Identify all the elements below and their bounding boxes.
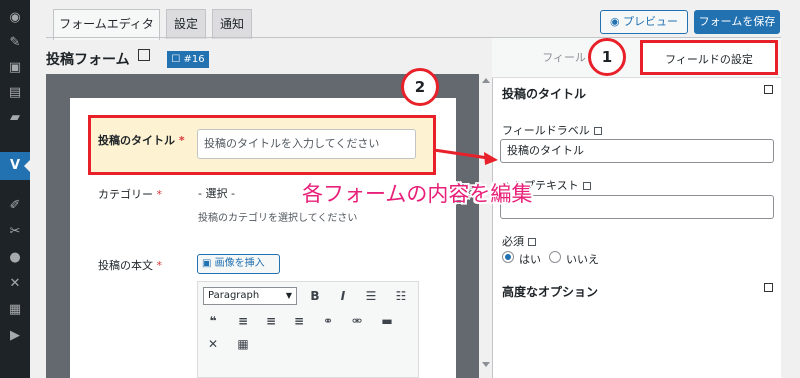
plugins-icon[interactable]: ✂ [7, 224, 23, 240]
unlink-icon[interactable]: ⚮ [347, 312, 367, 330]
media-icon[interactable]: ▣ [7, 60, 23, 76]
align-right-icon[interactable]: ≡ [289, 312, 309, 330]
help-icon[interactable] [593, 127, 602, 135]
section-title: 投稿のタイトル [502, 87, 587, 101]
tab-label: 通知 [219, 17, 244, 31]
category-label-text: カテゴリー [98, 188, 153, 201]
format-select[interactable]: Paragraph ▼ [203, 287, 297, 305]
save-label: フォームを保存 [698, 15, 776, 28]
required-mark: * [156, 188, 163, 201]
italic-icon[interactable]: I [333, 287, 353, 305]
toolbar-toggle-icon[interactable]: ▦ [233, 335, 253, 353]
required-label-text: 必須 [502, 235, 524, 248]
fullscreen-icon[interactable]: ✕ [203, 335, 223, 353]
required-mark: * [156, 259, 163, 272]
tab-label: 設定 [173, 17, 198, 31]
tab-label: フォームエディタ [59, 17, 154, 31]
required-label: 必須 [502, 233, 536, 249]
panel-scrollbar[interactable] [781, 38, 800, 378]
advanced-toggle-icon[interactable] [764, 283, 773, 292]
insert-image-button[interactable]: ▣ 画像を挿入 [197, 254, 280, 274]
bullet-list-icon[interactable]: ☰ [361, 287, 381, 305]
required-yes-label: はい [519, 253, 541, 266]
users-icon[interactable]: ● [7, 250, 23, 266]
body-field-label: 投稿の本文 * [98, 257, 162, 273]
section-toggle-icon[interactable] [764, 85, 773, 94]
insert-image-label: 画像を挿入 [214, 258, 265, 269]
required-no-radio[interactable] [549, 251, 561, 263]
admin-sidebar: ◉ ✎ ▣ ▤ ▰ V ✐ ✂ ● ✕ ▦ ▶ [0, 0, 30, 378]
tab-notifications[interactable]: 通知 [212, 9, 252, 39]
required-yes-radio[interactable] [502, 251, 514, 263]
help-icon[interactable] [528, 238, 536, 246]
field-label-input[interactable]: 投稿のタイトル [500, 139, 774, 163]
chevron-down-icon: ▼ [285, 291, 292, 300]
highlight-frame [88, 115, 436, 175]
scroll-up-icon[interactable] [482, 78, 490, 83]
read-more-icon[interactable]: ▬ [377, 312, 397, 330]
tools-icon[interactable]: ✕ [7, 276, 23, 292]
edit-title-icon[interactable] [138, 49, 150, 61]
form-title: 投稿フォーム [46, 52, 130, 68]
annotation-badge-2: 2 [401, 68, 439, 106]
category-help: 投稿のカテゴリを選択してください [198, 213, 358, 224]
category-select[interactable]: - 選択 - [198, 186, 298, 202]
field-label-text: フィールドラベル [502, 124, 590, 137]
save-form-button[interactable]: フォームを保存 [694, 10, 780, 34]
tab-field-settings[interactable]: フィールドの設定 [640, 40, 778, 75]
dashboard-icon[interactable]: ◉ [7, 10, 23, 26]
field-label-label: フィールドラベル [502, 122, 602, 138]
category-field-label: カテゴリー * [98, 186, 162, 202]
annotation-callout: 各フォームの内容を編集 [302, 182, 533, 206]
required-no-label: いいえ [566, 253, 599, 266]
appearance-icon[interactable]: ✐ [7, 198, 23, 214]
image-icon: ▣ [202, 258, 215, 269]
editor-scrollbar[interactable] [479, 74, 492, 378]
pin-icon[interactable]: ✎ [7, 35, 23, 51]
help-text-input[interactable] [500, 195, 774, 219]
play-icon[interactable]: ▶ [7, 328, 23, 344]
settings-icon[interactable]: ▦ [7, 302, 23, 318]
help-icon[interactable] [582, 182, 591, 190]
comments-icon[interactable]: ▰ [7, 110, 23, 126]
format-select-value: Paragraph [208, 290, 260, 301]
preview-button[interactable]: ◉ プレビュー [600, 10, 688, 34]
annotation-badge-1: 1 [588, 38, 626, 76]
align-center-icon[interactable]: ≡ [261, 312, 281, 330]
pages-icon[interactable]: ▤ [7, 85, 23, 101]
blockquote-icon[interactable]: ❝ [203, 312, 223, 330]
eye-icon: ◉ [609, 15, 624, 28]
scroll-down-icon[interactable] [482, 362, 490, 367]
body-label-text: 投稿の本文 [98, 259, 153, 272]
numbered-list-icon[interactable]: ☷ [391, 287, 411, 305]
preview-label: プレビュー [623, 15, 679, 28]
sidebar-active-arrow [24, 160, 30, 172]
link-icon[interactable]: ⚭ [318, 312, 338, 330]
form-id-badge[interactable]: ☐ #16 [167, 51, 209, 68]
tab-settings[interactable]: 設定 [166, 9, 206, 39]
forms-plugin-icon[interactable]: V [7, 158, 23, 174]
bold-icon[interactable]: B [305, 287, 325, 305]
tab-form-editor[interactable]: フォームエディタ [53, 9, 160, 40]
align-left-icon[interactable]: ≡ [233, 312, 253, 330]
advanced-options-title: 高度なオプション [502, 285, 599, 299]
